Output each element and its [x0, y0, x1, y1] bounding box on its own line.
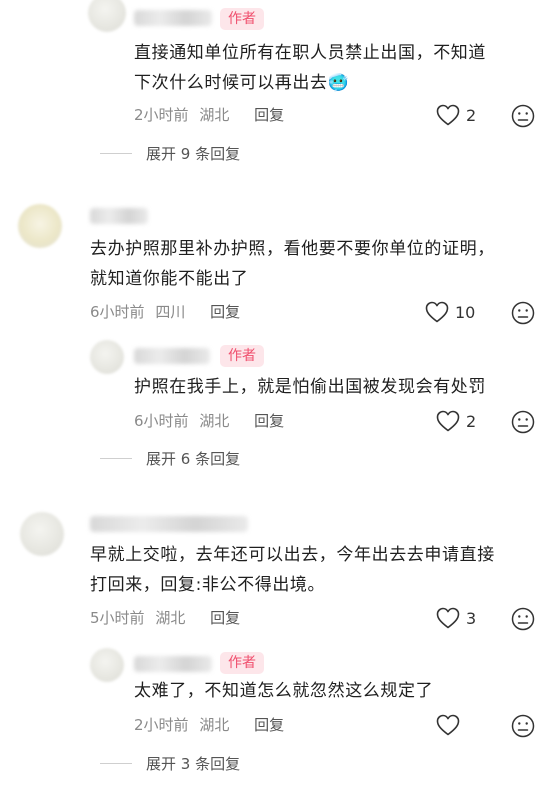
- author-badge: 作者: [220, 345, 264, 367]
- comment-text: 去办护照那里补办护照，看他要不要你单位的证明， 就知道你能不能出了: [90, 239, 495, 289]
- like-button[interactable]: 2: [436, 410, 476, 432]
- like-button[interactable]: [436, 714, 466, 736]
- like-button[interactable]: 2: [436, 104, 476, 126]
- author-badge: 作者: [220, 652, 264, 674]
- dislike-face-icon[interactable]: [511, 714, 535, 738]
- expand-replies-button[interactable]: 展开 9 条回复: [100, 143, 240, 164]
- divider-line: [100, 763, 132, 764]
- expand-replies-button[interactable]: 展开 3 条回复: [100, 753, 240, 774]
- avatar[interactable]: [88, 0, 126, 32]
- comment-text: 直接通知单位所有在职人员禁止出国，不知道 下次什么时候可以再出去🥶: [134, 43, 486, 93]
- reply-location: 湖北: [199, 716, 230, 734]
- username[interactable]: [134, 348, 210, 364]
- heart-icon: [436, 607, 460, 629]
- comment-location: 湖北: [155, 609, 186, 627]
- comment-text: 早就上交啦，去年还可以出去，今年出去去申请直接 打回来，回复:非公不得出境。: [90, 545, 495, 595]
- reply-meta: 2小时前 湖北 回复: [134, 714, 284, 735]
- like-count: 10: [455, 302, 476, 322]
- reply-meta: 6小时前 湖北 回复: [134, 410, 284, 431]
- expand-replies-button[interactable]: 展开 6 条回复: [100, 448, 240, 469]
- username[interactable]: [90, 208, 148, 224]
- reply-button[interactable]: 回复: [254, 716, 284, 734]
- avatar[interactable]: [90, 648, 124, 682]
- divider-line: [100, 458, 132, 459]
- dislike-face-icon[interactable]: [511, 301, 535, 325]
- heart-icon: [436, 714, 460, 736]
- comment-time: 2小时前: [134, 106, 189, 124]
- heart-icon: [436, 410, 460, 432]
- reply-time: 6小时前: [134, 412, 189, 430]
- avatar[interactable]: [90, 340, 124, 374]
- comment-location: 四川: [155, 303, 186, 321]
- comment-meta: 2小时前 湖北 回复: [134, 104, 284, 125]
- heart-icon: [436, 104, 460, 126]
- like-button[interactable]: 10: [425, 301, 475, 323]
- like-count: 2: [466, 105, 477, 125]
- like-count: 3: [466, 608, 477, 628]
- avatar[interactable]: [20, 512, 64, 556]
- username[interactable]: [134, 10, 212, 26]
- reply-text: 护照在我手上，就是怕偷出国被发现会有处罚: [134, 377, 486, 397]
- comment-meta: 5小时前 湖北 回复: [90, 607, 240, 628]
- author-badge: 作者: [220, 8, 264, 30]
- heart-icon: [425, 301, 449, 323]
- reply-time: 2小时前: [134, 716, 189, 734]
- dislike-face-icon[interactable]: [511, 607, 535, 631]
- reply-button[interactable]: 回复: [254, 412, 284, 430]
- like-button[interactable]: 3: [436, 607, 476, 629]
- comment-time: 5小时前: [90, 609, 145, 627]
- comment-location: 湖北: [199, 106, 230, 124]
- like-count: 2: [466, 411, 477, 431]
- reply-button[interactable]: 回复: [210, 303, 240, 321]
- reply-button[interactable]: 回复: [254, 106, 284, 124]
- comment-meta: 6小时前 四川 回复: [90, 301, 240, 322]
- divider-line: [100, 153, 132, 154]
- username[interactable]: [134, 656, 212, 672]
- reply-location: 湖北: [199, 412, 230, 430]
- username[interactable]: [90, 516, 248, 532]
- comment-time: 6小时前: [90, 303, 145, 321]
- dislike-face-icon[interactable]: [511, 104, 535, 128]
- dislike-face-icon[interactable]: [511, 410, 535, 434]
- reply-button[interactable]: 回复: [210, 609, 240, 627]
- avatar[interactable]: [18, 204, 62, 248]
- reply-text: 太难了，不知道怎么就忽然这么规定了: [134, 681, 434, 701]
